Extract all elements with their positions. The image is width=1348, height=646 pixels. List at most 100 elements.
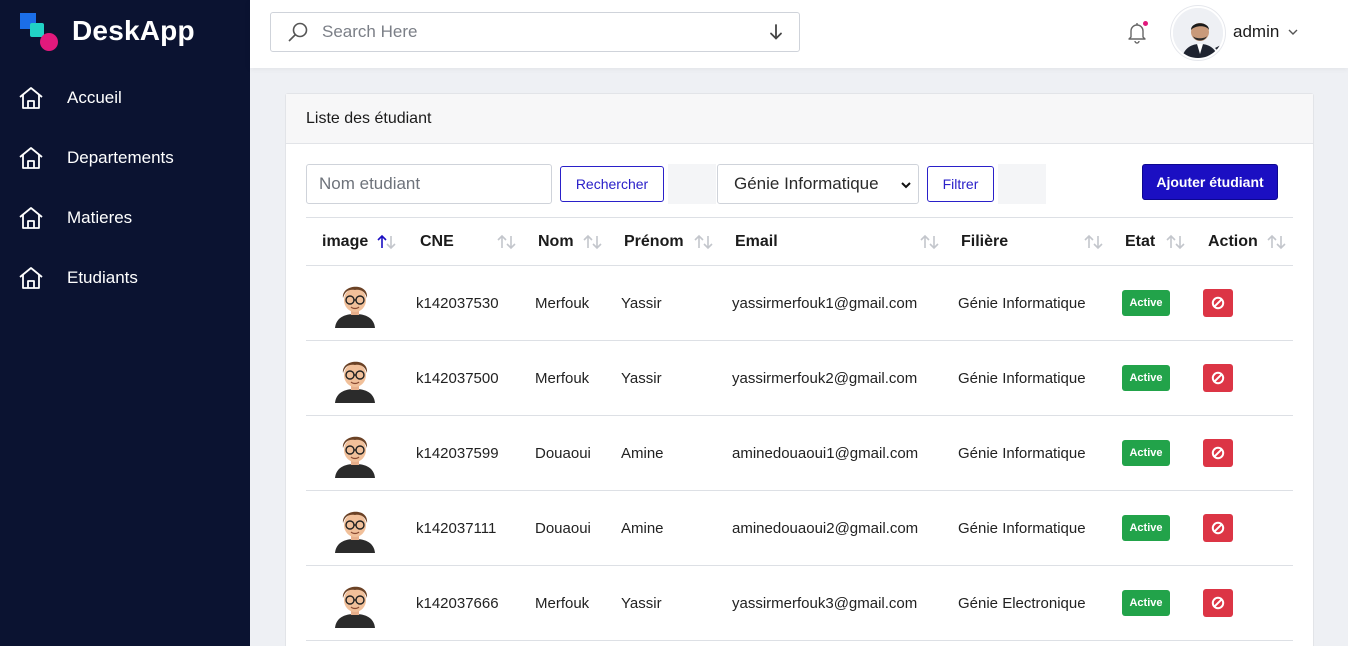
cell-prenom: Amine	[621, 445, 664, 462]
sort-icon[interactable]	[1165, 234, 1187, 250]
brand-logo-icon	[20, 11, 60, 51]
add-student-button[interactable]: Ajouter étudiant	[1142, 164, 1278, 200]
ban-icon	[1211, 521, 1225, 535]
home-icon	[18, 85, 44, 111]
notification-dot	[1143, 21, 1148, 26]
sort-icon[interactable]	[582, 234, 604, 250]
status-badge: Active	[1122, 590, 1170, 616]
sort-icon[interactable]	[919, 234, 941, 250]
search-bar[interactable]	[270, 12, 800, 52]
status-badge: Active	[1122, 290, 1170, 316]
cell-cne: k142037599	[416, 445, 499, 462]
sidebar-item-label: Matieres	[67, 208, 133, 227]
ban-icon	[1211, 596, 1225, 610]
deactivate-button[interactable]	[1203, 364, 1233, 392]
column-header-action[interactable]: Action	[1208, 233, 1258, 251]
filiere-selected-value: Génie Informatique	[734, 174, 879, 193]
cell-nom: Douaoui	[535, 445, 591, 462]
sidebar-item-matieres[interactable]: Matieres	[0, 188, 250, 248]
column-header-prenom[interactable]: Prénom	[624, 233, 684, 251]
sort-icon[interactable]	[1083, 234, 1105, 250]
deactivate-button[interactable]	[1203, 514, 1233, 542]
cell-cne: k142037666	[416, 595, 499, 612]
student-avatar-image	[335, 586, 375, 628]
toolbar: Rechercher Génie Informatique Filtrer Aj…	[306, 164, 1296, 204]
user-menu[interactable]: admin	[1233, 22, 1299, 42]
student-name-input[interactable]	[306, 164, 552, 204]
column-header-image[interactable]: image	[322, 233, 368, 251]
cell-filiere: Génie Informatique	[958, 445, 1086, 462]
user-name: admin	[1233, 22, 1280, 41]
card-header: Liste des étudiant	[286, 94, 1313, 144]
cell-email: aminedouaoui2@gmail.com	[732, 520, 919, 537]
cell-email: yassirmerfouk3@gmail.com	[732, 595, 918, 612]
status-badge: Active	[1122, 515, 1170, 541]
status-badge: Active	[1122, 440, 1170, 466]
sort-icon[interactable]	[376, 234, 398, 250]
filiere-select[interactable]: Génie Informatique	[717, 164, 919, 204]
sidebar: DeskApp Accueil Departements Matieres Et…	[0, 0, 250, 646]
avatar[interactable]	[1171, 6, 1225, 60]
column-header-filiere[interactable]: Filière	[961, 233, 1008, 251]
cell-cne: k142037500	[416, 370, 499, 387]
cell-prenom: Yassir	[621, 295, 662, 312]
sidebar-item-accueil[interactable]: Accueil	[0, 68, 250, 128]
arrow-down-icon[interactable]	[767, 23, 785, 41]
top-header: admin	[250, 0, 1348, 68]
table-row[interactable]: k142037666 Merfouk Yassir yassirmerfouk3…	[306, 566, 1293, 641]
search-icon	[288, 22, 308, 42]
cell-email: yassirmerfouk1@gmail.com	[732, 295, 918, 312]
column-header-email[interactable]: Email	[735, 233, 778, 251]
sidebar-item-label: Etudiants	[67, 268, 138, 287]
cell-prenom: Yassir	[621, 370, 662, 387]
notification-bell-icon[interactable]	[1125, 20, 1149, 44]
toolbar-spacer	[998, 164, 1046, 204]
brand[interactable]: DeskApp	[20, 10, 195, 52]
sidebar-item-etudiants[interactable]: Etudiants	[0, 248, 250, 308]
cell-nom: Merfouk	[535, 595, 590, 612]
column-header-nom[interactable]: Nom	[538, 233, 574, 251]
table-row[interactable]: k142037111 Douaoui Amine aminedouaoui2@g…	[306, 491, 1293, 566]
students-table: image CNE Nom Prénom Email Filière Etat …	[306, 217, 1293, 641]
cell-nom: Douaoui	[535, 520, 591, 537]
sidebar-nav: Accueil Departements Matieres Etudiants	[0, 68, 250, 308]
cell-prenom: Yassir	[621, 595, 662, 612]
table-row[interactable]: k142037530 Merfouk Yassir yassirmerfouk1…	[306, 266, 1293, 341]
cell-filiere: Génie Electronique	[958, 595, 1086, 612]
chevron-down-icon	[1288, 29, 1298, 35]
deactivate-button[interactable]	[1203, 589, 1233, 617]
sort-icon[interactable]	[496, 234, 518, 250]
table-row[interactable]: k142037500 Merfouk Yassir yassirmerfouk2…	[306, 341, 1293, 416]
student-avatar-image	[335, 286, 375, 328]
student-avatar-image	[335, 436, 375, 478]
cell-filiere: Génie Informatique	[958, 295, 1086, 312]
search-button[interactable]: Rechercher	[560, 166, 664, 202]
cell-nom: Merfouk	[535, 370, 590, 387]
table-body: k142037530 Merfouk Yassir yassirmerfouk1…	[306, 266, 1293, 641]
cell-cne: k142037530	[416, 295, 499, 312]
sort-icon[interactable]	[1266, 234, 1288, 250]
ban-icon	[1211, 296, 1225, 310]
sidebar-item-label: Accueil	[67, 88, 122, 107]
table-row[interactable]: k142037599 Douaoui Amine aminedouaoui1@g…	[306, 416, 1293, 491]
home-icon	[18, 265, 44, 291]
cell-email: aminedouaoui1@gmail.com	[732, 445, 919, 462]
column-header-cne[interactable]: CNE	[420, 233, 454, 251]
search-input[interactable]	[322, 22, 767, 42]
student-avatar-image	[335, 511, 375, 553]
sort-icon[interactable]	[693, 234, 715, 250]
sidebar-item-departements[interactable]: Departements	[0, 128, 250, 188]
column-header-etat[interactable]: Etat	[1125, 233, 1155, 251]
home-icon	[18, 205, 44, 231]
ban-icon	[1211, 446, 1225, 460]
cell-cne: k142037111	[416, 520, 497, 537]
home-icon	[18, 145, 44, 171]
status-badge: Active	[1122, 365, 1170, 391]
sidebar-item-label: Departements	[67, 148, 174, 167]
filter-button[interactable]: Filtrer	[927, 166, 994, 202]
deactivate-button[interactable]	[1203, 289, 1233, 317]
deactivate-button[interactable]	[1203, 439, 1233, 467]
table-header: image CNE Nom Prénom Email Filière Etat …	[306, 217, 1293, 266]
cell-prenom: Amine	[621, 520, 664, 537]
card-title: Liste des étudiant	[306, 109, 432, 127]
